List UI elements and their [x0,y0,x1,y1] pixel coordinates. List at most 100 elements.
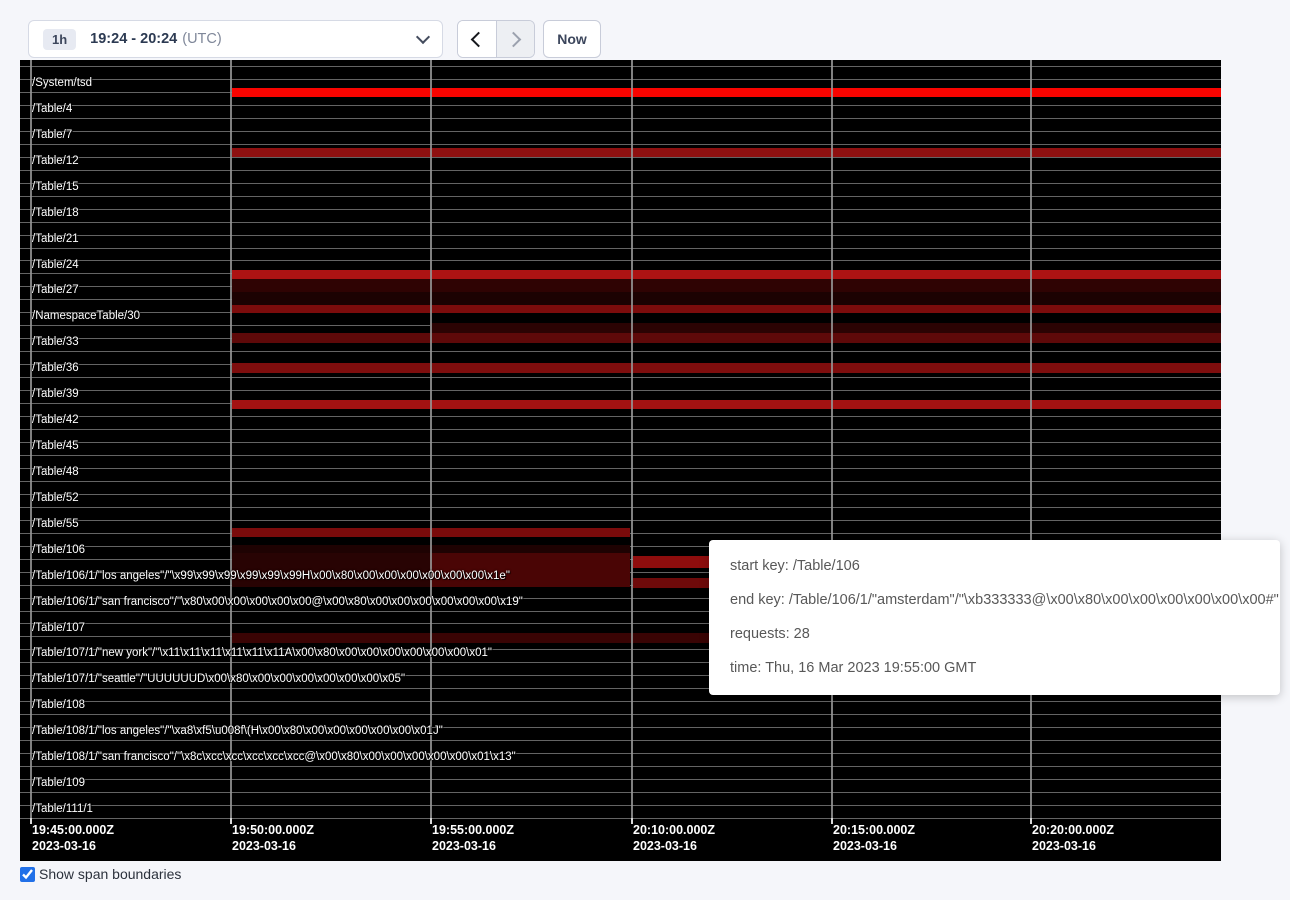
row-label: /Table/106/1/"los angeles"/"\x99\x99\x99… [32,570,510,582]
time-axis-label: 19:45:00.000Z2023-03-16 [32,823,114,854]
row-label: /Table/7 [32,129,72,141]
row-label: /Table/42 [32,414,79,426]
row-label: /Table/48 [32,466,79,478]
heat-band [430,323,1221,333]
time-axis-label: 20:20:00.000Z2023-03-16 [1032,823,1114,854]
time-shift-button-group [457,20,535,58]
axis-date: 2023-03-16 [32,839,114,855]
time-gridline [230,60,232,818]
row-label: /Table/107/1/"new york"/"\x11\x11\x11\x1… [32,647,492,659]
row-label: /System/tsd [32,77,92,89]
row-label: /Table/15 [32,181,79,193]
row-label: /Table/111/1 [32,803,93,815]
row-label: /Table/21 [32,233,79,245]
axis-date: 2023-03-16 [432,839,514,855]
row-label: /Table/24 [32,259,79,271]
span-boundary-line [20,429,1221,430]
span-boundary-line [20,131,1221,132]
span-boundary-line [20,260,1221,261]
heat-band [232,305,1221,313]
now-button[interactable]: Now [543,20,601,58]
row-label: /Table/39 [32,388,79,400]
row-label: /Table/4 [32,103,72,115]
span-boundary-line [20,481,1221,482]
chevron-down-icon [416,30,430,44]
span-boundary-line [20,766,1221,767]
row-label: /Table/36 [32,362,79,374]
span-boundary-line [20,209,1221,210]
span-boundary-line [20,170,1221,171]
tooltip-end-key: end key: /Table/106/1/"amsterdam"/"\xb33… [730,590,1280,610]
heat-band [232,148,1221,157]
heat-band [633,556,709,568]
key-visualizer-canvas[interactable]: 19:45:00.000Z2023-03-16 19:50:00.000Z2023… [20,60,1221,861]
span-boundary-line [20,351,1221,352]
time-range-timezone: (UTC) [182,31,221,47]
axis-date: 2023-03-16 [633,839,715,855]
row-label: /Table/33 [32,336,79,348]
span-boundary-line [20,740,1221,741]
span-boundary-line [20,183,1221,184]
time-gridline [1030,60,1032,818]
heat-band [232,363,1221,373]
key-visualizer-page: { "toolbar": { "range_badge": "1h", "ran… [0,0,1290,900]
span-boundary-line [20,507,1221,508]
span-boundary-line [20,494,1221,495]
time-gridline [831,60,833,818]
time-gridline [631,60,633,818]
span-boundary-line [20,792,1221,793]
time-axis-label: 19:55:00.000Z2023-03-16 [432,823,514,854]
show-span-boundaries-checkbox[interactable] [20,867,35,882]
heat-band [633,578,709,588]
span-boundary-line [20,714,1221,715]
row-label: /Table/109 [32,777,85,789]
span-boundary-line [20,118,1221,119]
span-boundary-line [20,779,1221,780]
time-gridline [430,60,432,818]
time-axis-label: 19:50:00.000Z2023-03-16 [232,823,314,854]
heat-band [232,400,1221,409]
show-span-boundaries-label: Show span boundaries [39,866,181,882]
span-boundary-line [20,455,1221,456]
tooltip-start-key: start key: /Table/106 [730,556,1280,576]
row-label: /Table/27 [32,284,79,296]
row-label: /Table/12 [32,155,79,167]
span-boundary-line [20,196,1221,197]
time-range-text: 19:24 - 20:24 [90,31,177,47]
axis-date: 2023-03-16 [1032,839,1114,855]
chevron-right-icon [505,31,521,47]
axis-time: 20:15:00.000Z [833,823,915,839]
shift-forward-button[interactable] [496,21,535,57]
span-boundary-line [20,818,1221,819]
heat-band [232,333,1221,343]
chevron-left-icon [471,31,487,47]
row-label: /Table/106/1/"san francisco"/"\x80\x00\x… [32,596,523,608]
axis-time: 20:10:00.000Z [633,823,715,839]
row-label: /Table/107 [32,622,85,634]
span-boundary-line [20,805,1221,806]
row-label: /Table/108/1/"los angeles"/"\xa8\xf5\u00… [32,725,443,737]
axis-date: 2023-03-16 [833,839,915,855]
heat-band [232,88,1221,97]
span-boundary-line [20,248,1221,249]
time-range-duration-badge: 1h [43,29,76,50]
row-label: /Table/106 [32,544,85,556]
span-boundary-line [20,105,1221,106]
span-boundary-line [20,468,1221,469]
span-boundary-line [20,235,1221,236]
heat-band [232,292,1221,305]
heat-band [232,270,1221,279]
row-label: /NamespaceTable/30 [32,310,140,322]
shift-backward-button[interactable] [458,21,496,57]
row-label: /Table/107/1/"seattle"/"UUUUUUD\x00\x80\… [32,673,405,685]
axis-time: 19:55:00.000Z [432,823,514,839]
heat-band [232,279,1221,292]
span-boundary-line [20,416,1221,417]
span-boundary-line [20,520,1221,521]
time-range-selector[interactable]: 1h 19:24 - 20:24 (UTC) [28,20,443,58]
row-label: /Table/108/1/"san francisco"/"\x8c\xcc\x… [32,751,516,763]
row-label: /Table/52 [32,492,79,504]
span-boundary-line [20,144,1221,145]
span-boundary-line [20,377,1221,378]
row-label: /Table/45 [32,440,79,452]
